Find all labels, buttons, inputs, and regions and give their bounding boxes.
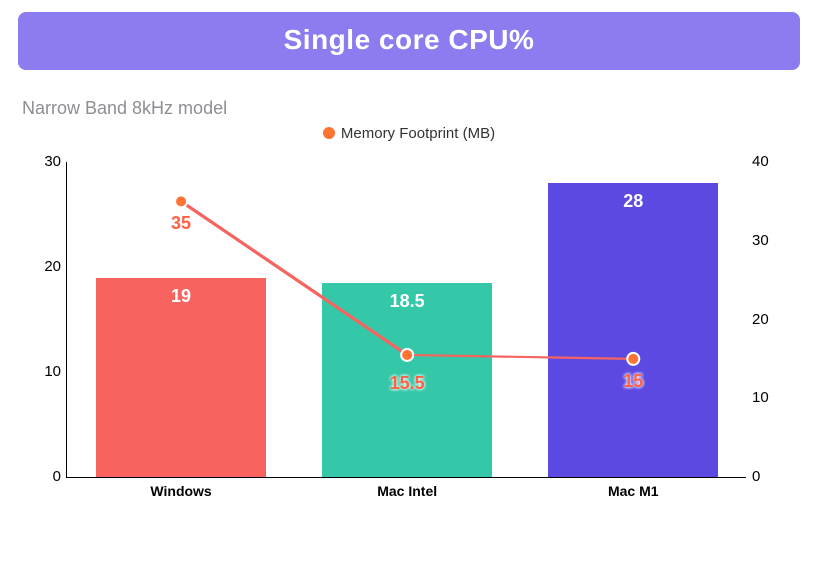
memory-value-label: 35 xyxy=(156,213,206,234)
plot: 0 10 20 30 0 10 20 30 40 19 18.5 28 xyxy=(66,162,746,502)
bar-value-label: 18.5 xyxy=(322,291,492,312)
legend-label-memory: Memory Footprint (MB) xyxy=(341,125,495,142)
bar-windows: 19 xyxy=(96,278,266,477)
memory-value-label: 15.5 xyxy=(382,373,432,394)
bar-value-label: 19 xyxy=(96,286,266,307)
ytick-right: 0 xyxy=(752,468,780,485)
chart-container: Single core CPU% Narrow Band 8kHz model … xyxy=(0,0,818,580)
memory-value-label: 15 xyxy=(608,371,658,392)
legend-dot-icon xyxy=(323,127,335,139)
plot-area: 0 10 20 30 0 10 20 30 40 19 18.5 28 xyxy=(66,162,746,478)
x-category: Mac Intel xyxy=(322,483,492,499)
legend: Memory Footprint (MB) xyxy=(18,125,800,142)
bar-value-label: 28 xyxy=(548,191,718,212)
ytick-right: 10 xyxy=(752,389,780,406)
x-category: Mac M1 xyxy=(548,483,718,499)
ytick-left: 10 xyxy=(33,363,61,380)
ytick-left: 0 xyxy=(33,468,61,485)
chart-title: Single core CPU% xyxy=(18,12,800,70)
ytick-left: 20 xyxy=(33,258,61,275)
ytick-left: 30 xyxy=(33,153,61,170)
bar-mac-m1: 28 xyxy=(548,183,718,477)
ytick-right: 40 xyxy=(752,153,780,170)
ytick-right: 20 xyxy=(752,311,780,328)
x-category: Windows xyxy=(96,483,266,499)
ytick-right: 30 xyxy=(752,232,780,249)
chart-subtitle: Narrow Band 8kHz model xyxy=(22,98,800,119)
